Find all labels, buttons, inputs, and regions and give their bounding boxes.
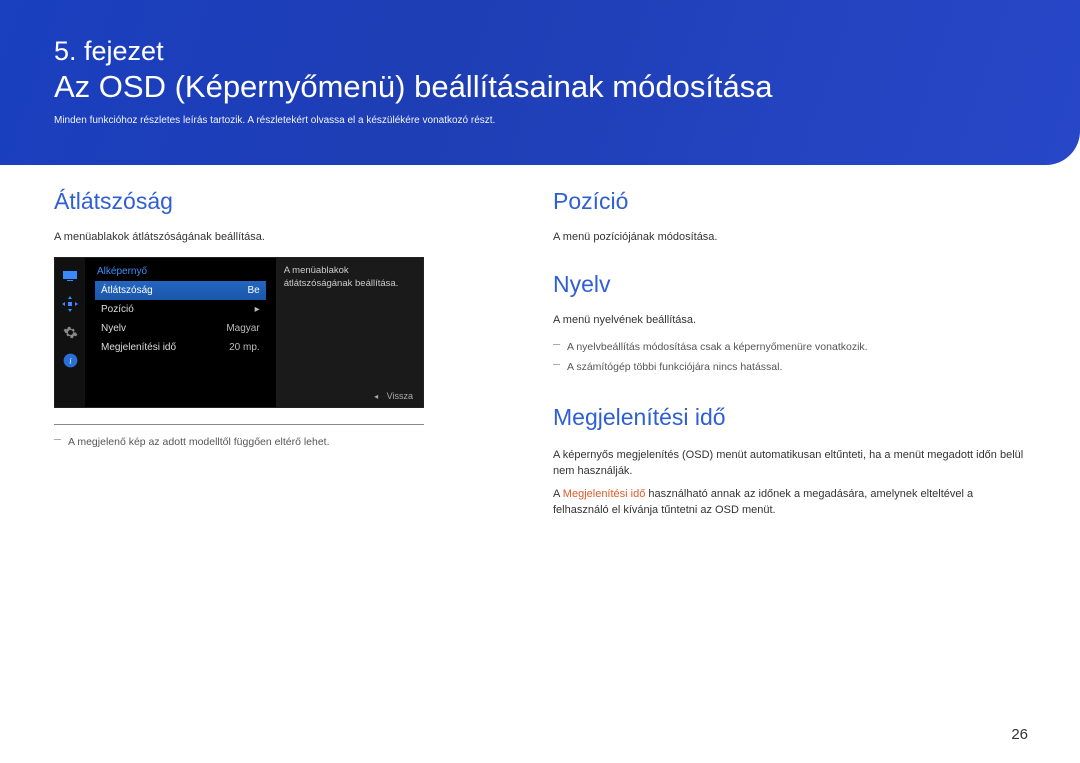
osd-back-label: Vissza — [387, 391, 413, 401]
osd-row-label: Pozíció — [101, 304, 134, 315]
section-title-display-time: Megjelenítési idő — [553, 404, 1026, 431]
chapter-title: Az OSD (Képernyőmenü) beállításainak mód… — [54, 69, 1026, 105]
osd-main: Alképernyő Átlátszóság Be Pozíció ▸ Nyel… — [85, 258, 423, 407]
chevron-right-icon: ▸ — [255, 304, 260, 315]
section-title-language: Nyelv — [553, 271, 1026, 298]
osd-row-label: Átlátszóság — [101, 285, 153, 296]
gear-icon — [60, 322, 80, 342]
osd-row-display-time[interactable]: Megjelenítési idő 20 mp. — [95, 338, 266, 357]
triangle-left-icon: ◂ — [374, 392, 378, 401]
text-span: A — [553, 488, 563, 500]
chapter-number: 5. fejezet — [54, 36, 1026, 67]
osd-sidebar: i — [55, 258, 85, 407]
display-time-p1: A képernyős megjelenítés (OSD) menüt aut… — [553, 447, 1026, 480]
section-desc-language: A menü nyelvének beállítása. — [553, 314, 1026, 326]
osd-header: Alképernyő — [95, 264, 266, 281]
osd-row-value: Be — [247, 285, 259, 296]
left-column: Átlátszóság A menüablakok átlátszóságána… — [54, 188, 489, 547]
osd-screenshot: i Alképernyő Átlátszóság Be Pozíció ▸ Ny… — [54, 257, 424, 408]
info-icon: i — [60, 350, 80, 370]
section-title-transparency: Átlátszóság — [54, 188, 489, 215]
chapter-subtitle: Minden funkcióhoz részletes leírás tarto… — [54, 115, 1026, 126]
section-language: Nyelv A menü nyelvének beállítása. A nye… — [553, 271, 1026, 376]
osd-row-value: Magyar — [226, 323, 259, 334]
osd-row-transparency[interactable]: Átlátszóság Be — [95, 281, 266, 300]
section-display-time: Megjelenítési idő A képernyős megjelenít… — [553, 404, 1026, 519]
section-position: Pozíció A menü pozíciójának módosítása. — [553, 188, 1026, 243]
chapter-banner: 5. fejezet Az OSD (Képernyőmenü) beállít… — [0, 0, 1080, 165]
osd-menu-list: Alképernyő Átlátszóság Be Pozíció ▸ Nyel… — [85, 258, 276, 407]
osd-row-position[interactable]: Pozíció ▸ — [95, 300, 266, 319]
osd-row-label: Nyelv — [101, 323, 126, 334]
note-language-1: A nyelvbeállítás módosítása csak a képer… — [553, 340, 1026, 356]
section-title-position: Pozíció — [553, 188, 1026, 215]
section-desc-transparency: A menüablakok átlátszóságának beállítása… — [54, 231, 489, 243]
highlight-term: Megjelenítési idő — [563, 488, 646, 500]
note-language-2: A számítógép többi funkciójára nincs hat… — [553, 360, 1026, 376]
osd-footer: ◂ Vissza — [374, 390, 413, 403]
osd-description-pane: A menüablakok átlátszóságának beállítása… — [276, 258, 423, 407]
osd-row-label: Megjelenítési idő — [101, 342, 176, 353]
footnote-model: A megjelenő kép az adott modelltől függő… — [54, 435, 489, 451]
right-column: Pozíció A menü pozíciójának módosítása. … — [553, 188, 1026, 547]
osd-description-text: A menüablakok átlátszóságának beállítása… — [284, 265, 399, 289]
section-desc-position: A menü pozíciójának módosítása. — [553, 231, 1026, 243]
display-time-p2: A Megjelenítési idő használható annak az… — [553, 486, 1026, 519]
move-icon — [60, 294, 80, 314]
monitor-icon — [60, 266, 80, 286]
page-number: 26 — [1011, 726, 1028, 743]
divider — [54, 424, 424, 425]
osd-row-language[interactable]: Nyelv Magyar — [95, 319, 266, 338]
page-content: Átlátszóság A menüablakok átlátszóságána… — [54, 188, 1026, 547]
osd-row-value: 20 mp. — [229, 342, 260, 353]
